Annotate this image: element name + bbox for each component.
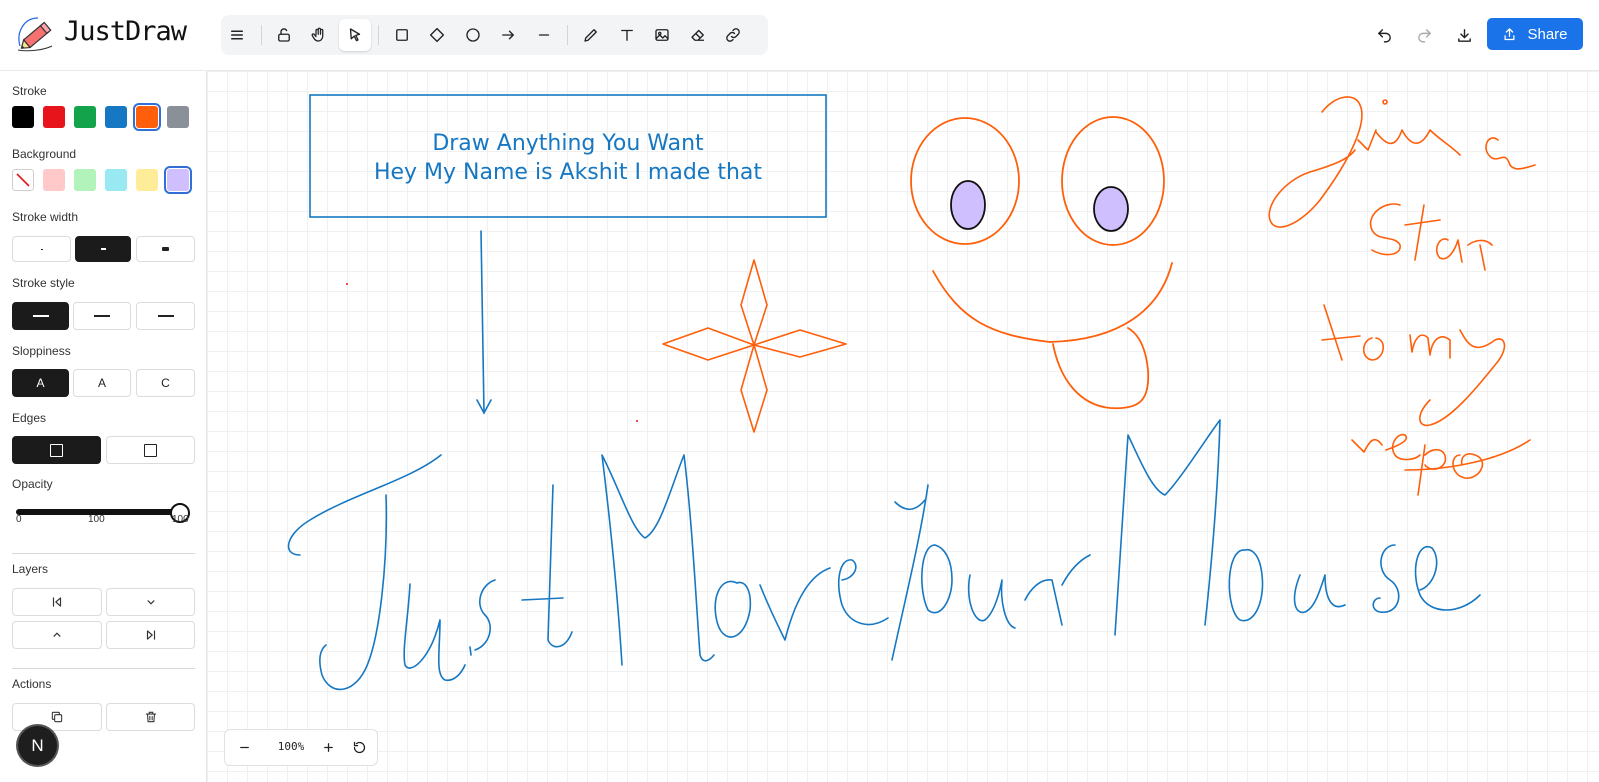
arrow-icon[interactable] — [492, 19, 524, 51]
pencil-logo-icon — [17, 17, 53, 52]
layers-label: Layers — [12, 562, 49, 576]
duplicate-button[interactable] — [12, 703, 102, 731]
reset-zoom-button[interactable] — [344, 732, 374, 763]
app-name: JustDraw — [64, 16, 187, 47]
actions-label: Actions — [12, 677, 52, 691]
zoom-out-button[interactable] — [229, 732, 259, 763]
zoom-level: 100% — [277, 740, 305, 753]
share-button[interactable]: Share — [1487, 18, 1583, 50]
edges-sharp[interactable] — [12, 436, 101, 464]
sloppiness-architect[interactable]: A — [12, 369, 69, 397]
star-shape — [662, 259, 847, 433]
background-color-swatch[interactable] — [105, 169, 127, 191]
share-icon — [1504, 27, 1515, 40]
link-icon[interactable] — [717, 19, 749, 51]
chevron-up-icon — [53, 632, 61, 637]
copy-icon — [51, 711, 63, 723]
stroke-color-swatch[interactable] — [105, 106, 127, 128]
stroke-width-medium[interactable] — [75, 236, 131, 262]
sloppiness-artist[interactable]: A — [73, 369, 131, 397]
handwritten-give-a-star — [1268, 96, 1536, 496]
stroke-style-dashed[interactable] — [73, 302, 131, 330]
drawing-toolbar — [221, 15, 768, 55]
stroke-style-solid[interactable] — [12, 302, 69, 330]
handwritten-just-move-your-mouse — [287, 419, 1481, 691]
rectangle-icon[interactable] — [386, 19, 418, 51]
stroke-label: Stroke — [12, 84, 47, 98]
eraser-icon[interactable] — [682, 19, 714, 51]
text-box-line-2: Hey My Name is Akshit I made that — [374, 160, 762, 185]
down-arrow — [476, 230, 492, 415]
opacity-mid: 100 — [88, 514, 105, 525]
image-icon[interactable] — [646, 19, 678, 51]
stroke-width-thin[interactable] — [12, 236, 71, 262]
zoom-in-button[interactable] — [313, 732, 343, 763]
edges-round[interactable] — [106, 436, 195, 464]
zoom-controls: 100% — [224, 729, 378, 766]
edges-label: Edges — [12, 411, 47, 425]
square-icon — [144, 443, 157, 457]
stroke-color-swatch[interactable] — [74, 106, 96, 128]
stroke-color-swatch[interactable] — [12, 106, 34, 128]
app-logo[interactable]: JustDraw — [14, 12, 194, 58]
menu-icon[interactable] — [221, 19, 253, 51]
chevron-down-icon — [147, 600, 154, 605]
reset-icon — [353, 741, 365, 754]
smiley-face — [910, 116, 1173, 410]
stroke-style-dotted[interactable] — [136, 302, 195, 330]
text-box — [309, 94, 827, 218]
text-icon[interactable] — [611, 19, 643, 51]
undo-icon[interactable] — [1367, 18, 1401, 52]
background-color-swatch[interactable] — [43, 169, 65, 191]
pointer-icon[interactable] — [339, 19, 371, 51]
background-color-swatch[interactable] — [12, 169, 34, 191]
sloppiness-label: Sloppiness — [12, 344, 71, 358]
background-color-swatch[interactable] — [136, 169, 158, 191]
background-color-swatch[interactable] — [164, 166, 192, 194]
download-icon[interactable] — [1447, 18, 1481, 52]
right-pupil — [1093, 186, 1129, 232]
hand-icon[interactable] — [303, 19, 335, 51]
sloppiness-cartoonist[interactable]: C — [136, 369, 195, 397]
app-header: JustDraw Share — [0, 0, 1599, 71]
redo-icon[interactable] — [1407, 18, 1441, 52]
properties-panel: Stroke Background Stroke width Stroke st… — [0, 71, 207, 782]
stroke-color-swatch[interactable] — [43, 106, 65, 128]
send-backward-button[interactable] — [106, 588, 195, 616]
minus-icon — [239, 746, 249, 749]
trash-icon — [145, 711, 156, 723]
opacity-value: 100 — [172, 514, 189, 525]
share-label: Share — [1527, 25, 1568, 43]
bring-to-front-button[interactable] — [106, 621, 195, 649]
stroke-color-swatch[interactable] — [133, 103, 161, 131]
plus-icon — [323, 743, 333, 752]
circle-icon[interactable] — [457, 19, 489, 51]
text-box-line-1: Draw Anything You Want — [432, 131, 704, 156]
canvas-drawing[interactable]: Draw Anything You Want Hey My Name is Ak… — [207, 71, 1599, 782]
lock-icon[interactable] — [268, 19, 300, 51]
opacity-label: Opacity — [12, 477, 53, 491]
diamond-icon[interactable] — [421, 19, 453, 51]
delete-button[interactable] — [106, 703, 195, 731]
send-to-back-button[interactable] — [12, 588, 102, 616]
stroke-width-label: Stroke width — [12, 210, 79, 224]
pencil-icon[interactable] — [575, 19, 607, 51]
square-icon — [50, 443, 63, 457]
background-label: Background — [12, 147, 77, 161]
bring-forward-button[interactable] — [12, 621, 102, 649]
bring-to-front-icon — [146, 630, 155, 640]
opacity-min: 0 — [16, 514, 22, 525]
stroke-width-bold[interactable] — [136, 236, 195, 262]
background-color-swatch[interactable] — [74, 169, 96, 191]
avatar[interactable]: N — [18, 726, 57, 765]
line-icon[interactable] — [528, 19, 560, 51]
stroke-style-label: Stroke style — [12, 276, 75, 290]
left-pupil — [950, 180, 986, 230]
stroke-color-swatch[interactable] — [167, 106, 189, 128]
drawing-canvas[interactable]: Draw Anything You Want Hey My Name is Ak… — [207, 71, 1599, 782]
send-to-back-icon — [52, 597, 62, 607]
